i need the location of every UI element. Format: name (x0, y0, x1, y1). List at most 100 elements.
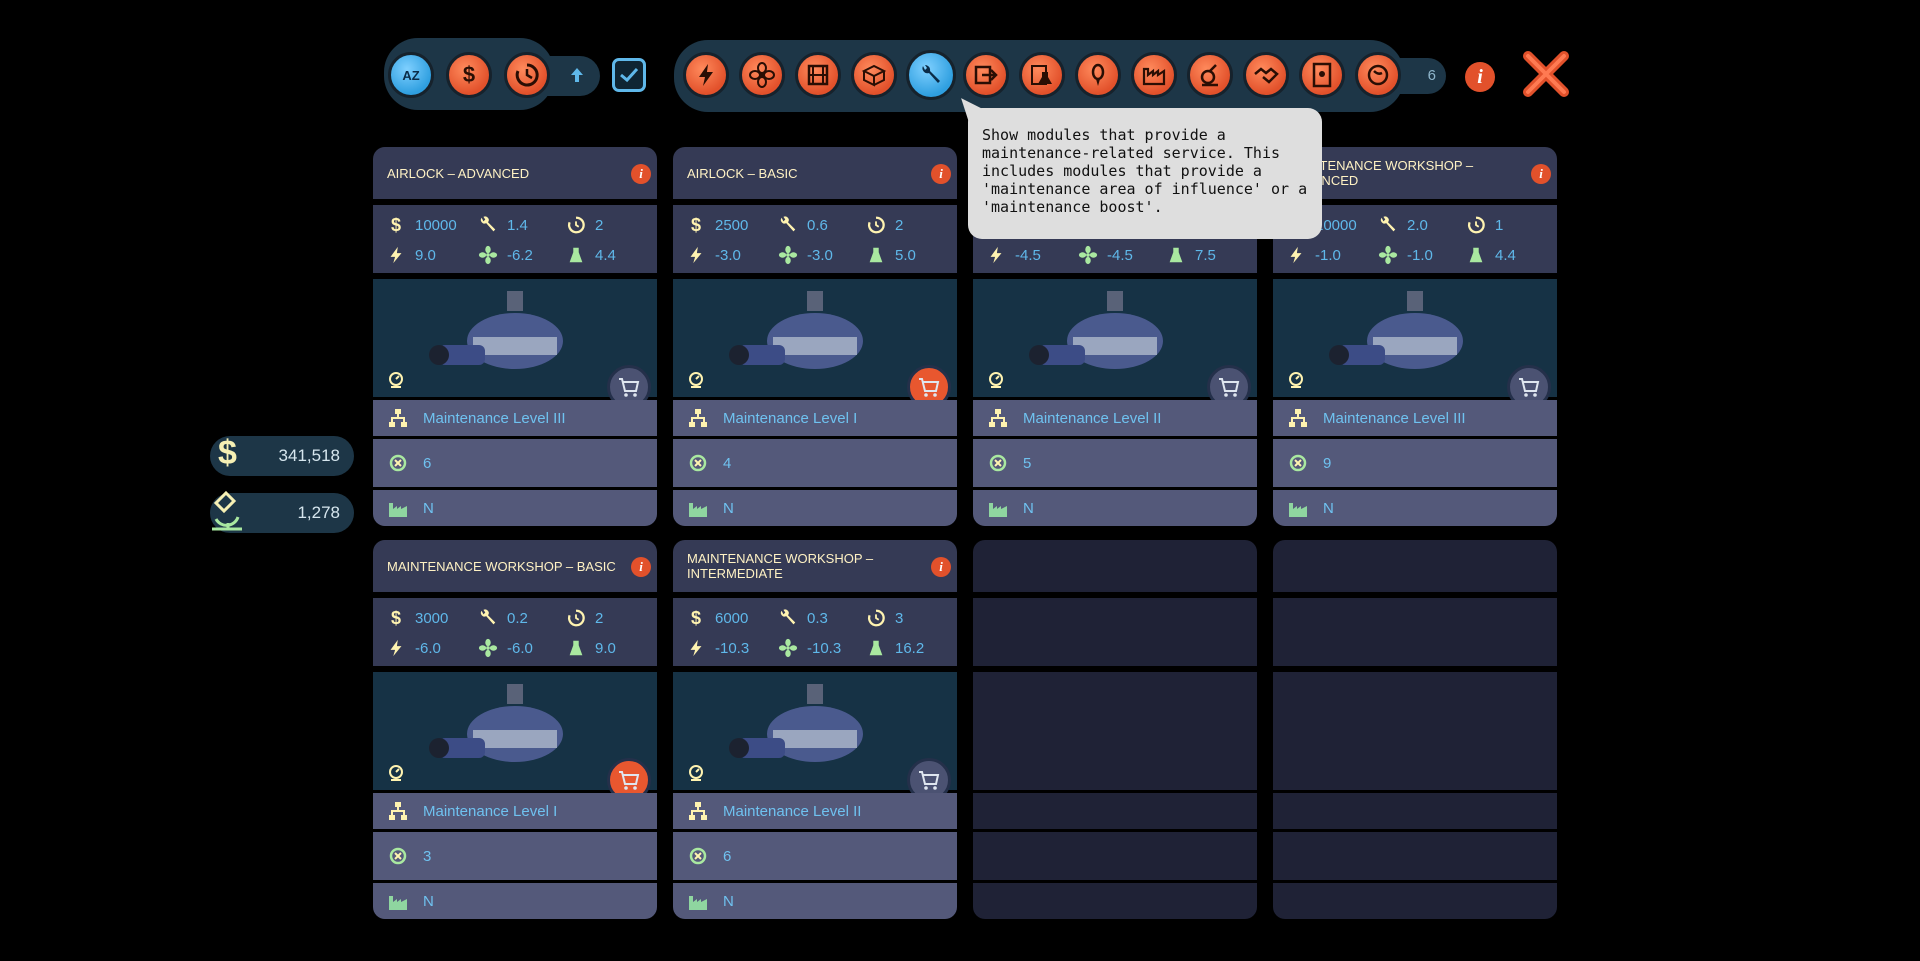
card-stats: $10000 1.4 2 9.0 -6.2 4.4 (373, 205, 657, 273)
filter-storage-button[interactable] (795, 52, 841, 98)
dollar-icon: $ (390, 607, 401, 628)
air-stat: -6.2 (477, 244, 533, 266)
power-stat: -6.0 (385, 637, 441, 659)
cost-value: 6000 (715, 609, 749, 627)
power-value: -10.3 (715, 639, 750, 657)
wrench-icon (777, 607, 799, 629)
air-stat: -1.0 (1377, 244, 1433, 266)
result-count: 6 (1427, 67, 1436, 84)
filter-power-button[interactable] (683, 52, 729, 98)
maintenance-value: 0.6 (807, 216, 828, 234)
air-value: -1.0 (1407, 246, 1433, 264)
bolt-icon (985, 244, 1007, 266)
info-icon[interactable]: i (931, 557, 951, 577)
maintenance-stat: 0.6 (777, 214, 828, 236)
info-icon[interactable]: i (631, 164, 651, 184)
wrench-icon (477, 607, 499, 629)
air-value: -4.5 (1107, 246, 1133, 264)
mass-value: 16.2 (895, 639, 925, 657)
factory-row: N (673, 883, 957, 919)
filter-maintenance-button[interactable] (906, 50, 956, 100)
maintenance-stat: 0.3 (777, 607, 828, 629)
close-button[interactable] (1518, 46, 1574, 102)
build-time-stat: 2 (565, 607, 603, 629)
air-stat: -10.3 (777, 637, 841, 659)
wrench-icon (777, 214, 799, 236)
sort-time-button[interactable] (504, 52, 550, 98)
filter-document-icon (1312, 62, 1332, 88)
power-stat: -10.3 (685, 637, 749, 659)
dollar-icon: $ (390, 214, 401, 235)
module-image (673, 279, 957, 409)
clock-icon (865, 214, 887, 236)
factory-flag: N (723, 499, 734, 517)
module-image (1273, 279, 1557, 409)
info-icon[interactable]: i (1531, 164, 1551, 184)
recycle-icon (687, 452, 709, 474)
filter-food-button[interactable] (1355, 52, 1401, 98)
maintenance-level: Maintenance Level II (1023, 409, 1162, 427)
mass-stat: 4.4 (565, 244, 616, 266)
factory-row: N (973, 490, 1257, 526)
card-header: MAINTENANCE WORKSHOP – INTERMEDIATE i (673, 540, 957, 592)
factory-row: N (673, 490, 957, 526)
fan-icon (477, 244, 499, 266)
cost-value: 2500 (715, 216, 749, 234)
maintenance-level: Maintenance Level I (423, 802, 558, 820)
filter-crew-button[interactable] (1075, 52, 1121, 98)
filter-air-button[interactable] (739, 52, 785, 98)
fan-icon (1077, 244, 1099, 266)
filter-industry-button[interactable] (1131, 52, 1177, 98)
count-value: 6 (723, 847, 732, 865)
module-card[interactable]: MAINTENANCE WORKSHOP – BASIC i $3000 0.2… (373, 540, 657, 919)
maintenance-level-row: Maintenance Level II (973, 400, 1257, 436)
mass-stat: 5.0 (865, 244, 916, 266)
count-value: 4 (723, 454, 732, 472)
info-icon[interactable]: i (631, 557, 651, 577)
count-row: 6 (373, 439, 657, 487)
module-card[interactable]: AIRLOCK – BASIC i $2500 0.6 2 -3.0 -3.0 … (673, 147, 957, 526)
info-icon[interactable]: i (931, 164, 951, 184)
card-header: AIRLOCK – BASIC i (673, 147, 957, 199)
module-card[interactable]: AIRLOCK – ADVANCED i $10000 1.4 2 9.0 -6… (373, 147, 657, 526)
card-stats: $6000 0.3 3 -10.3 -10.3 16.2 (673, 598, 957, 666)
build-time-stat: 2 (565, 214, 603, 236)
filter-document-button[interactable] (1299, 52, 1345, 98)
filter-trade-icon (1254, 67, 1279, 84)
gauge-icon (387, 371, 405, 389)
filter-medical-button[interactable] (1187, 52, 1233, 98)
maintenance-value: 2.0 (1407, 216, 1428, 234)
maintenance-level: Maintenance Level I (723, 409, 858, 427)
power-value: -1.0 (1315, 246, 1341, 264)
factory-row: N (373, 490, 657, 526)
power-value: 9.0 (415, 246, 436, 264)
cart-icon (1517, 375, 1541, 399)
dollar-icon: $ (690, 214, 701, 235)
filter-crate-button[interactable] (851, 52, 897, 98)
sort-az-icon: AZ (402, 67, 420, 83)
info-icon: i (1477, 65, 1483, 88)
module-image (373, 672, 657, 802)
filter-trade-button[interactable] (1243, 52, 1289, 98)
filter-checkbox[interactable] (612, 58, 646, 92)
build-time-value: 1 (1495, 216, 1504, 234)
weight-icon (1165, 244, 1187, 266)
mass-stat: 16.2 (865, 637, 924, 659)
dollar-icon: $ (218, 434, 237, 472)
count-row: 5 (973, 439, 1257, 487)
mass-stat: 7.5 (1165, 244, 1216, 266)
sort-az-button[interactable]: AZ (388, 52, 434, 98)
filter-science-button[interactable] (1019, 52, 1065, 98)
module-title: MAINTENANCE WORKSHOP – INTERMEDIATE (687, 551, 874, 581)
dollar-icon: $ (690, 607, 701, 628)
info-button[interactable]: i (1465, 62, 1495, 92)
build-time-stat: 3 (865, 607, 903, 629)
sort-direction-button[interactable] (564, 62, 590, 88)
sort-time-icon (515, 63, 539, 87)
factory-icon (987, 497, 1009, 519)
count-row: 3 (373, 832, 657, 880)
module-title: MAINTENANCE WORKSHOP – BASIC (387, 558, 616, 574)
module-card[interactable]: MAINTENANCE WORKSHOP – INTERMEDIATE i $6… (673, 540, 957, 919)
sort-cost-button[interactable]: $ (446, 52, 492, 98)
weight-icon (1465, 244, 1487, 266)
